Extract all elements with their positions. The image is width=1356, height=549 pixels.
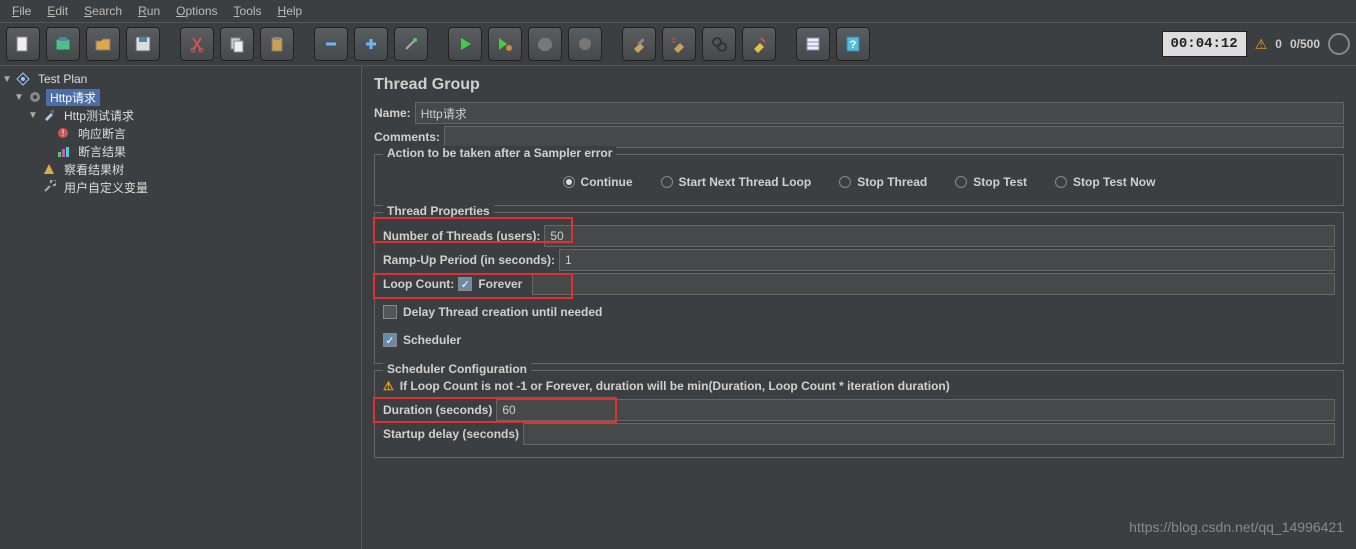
menu-run[interactable]: Run: [130, 2, 168, 20]
num-threads-label: Number of Threads (users):: [383, 225, 544, 247]
scheduler-config-fieldset: Scheduler Configuration ⚠ If Loop Count …: [374, 370, 1344, 458]
test-plan-tree[interactable]: ▼ Test Plan ▼ Http请求 ▼ Http测试请求 ! 响应断言 断…: [0, 66, 362, 549]
tree-user-vars[interactable]: 用户自定义变量: [0, 178, 361, 196]
wrench-icon: [41, 179, 57, 195]
num-threads-input[interactable]: [544, 225, 1335, 247]
pipette-icon: [41, 107, 57, 123]
chart-icon: [55, 143, 71, 159]
watermark: https://blog.csdn.net/qq_14996421: [1129, 519, 1344, 535]
startup-delay-label: Startup delay (seconds): [383, 423, 523, 445]
copy-button[interactable]: [220, 27, 254, 61]
start-noTimers-button[interactable]: [488, 27, 522, 61]
thread-properties-fieldset: Thread Properties Number of Threads (use…: [374, 212, 1344, 364]
ramp-up-label: Ramp-Up Period (in seconds):: [383, 249, 559, 271]
warning-count: 0: [1275, 37, 1282, 51]
panel-title: Thread Group: [374, 76, 1344, 94]
menu-bar: File Edit Search Run Options Tools Help: [0, 0, 1356, 23]
delay-label: Delay Thread creation until needed: [403, 301, 606, 323]
open-button[interactable]: [86, 27, 120, 61]
radio-stop-thread[interactable]: Stop Thread: [839, 175, 927, 189]
menu-search[interactable]: Search: [76, 2, 130, 20]
scheduler-label: Scheduler: [403, 329, 465, 351]
plus-button[interactable]: [354, 27, 388, 61]
duration-input[interactable]: [496, 399, 1335, 421]
elapsed-timer: 00:04:12: [1162, 31, 1247, 57]
comments-label: Comments:: [374, 126, 444, 148]
templates-button[interactable]: [46, 27, 80, 61]
gear-icon: [27, 89, 43, 105]
paste-button[interactable]: [260, 27, 294, 61]
loop-count-label: Loop Count:: [383, 273, 458, 295]
warning-icon[interactable]: ⚠: [1255, 36, 1268, 53]
menu-file[interactable]: File: [4, 2, 39, 20]
new-button[interactable]: [6, 27, 40, 61]
clear-button[interactable]: [622, 27, 656, 61]
startup-delay-input[interactable]: [523, 423, 1335, 445]
radio-next-loop[interactable]: Start Next Thread Loop: [661, 175, 812, 189]
menu-edit[interactable]: Edit: [39, 2, 76, 20]
tree-view-results[interactable]: 察看结果树: [0, 160, 361, 178]
menu-options[interactable]: Options: [168, 2, 225, 20]
name-input[interactable]: [415, 102, 1344, 124]
editor-panel: Thread Group Name: Comments: Action to b…: [362, 66, 1356, 549]
stop-button[interactable]: [528, 27, 562, 61]
shutdown-button[interactable]: [568, 27, 602, 61]
radio-stop-test[interactable]: Stop Test: [955, 175, 1027, 189]
svg-text:!: !: [62, 128, 65, 138]
delay-checkbox[interactable]: [383, 305, 397, 319]
tree-response-assertion[interactable]: ! 响应断言: [0, 124, 361, 142]
radio-continue[interactable]: Continue: [563, 175, 633, 189]
scheduler-checkbox[interactable]: [383, 333, 397, 347]
save-button[interactable]: [126, 27, 160, 61]
cut-button[interactable]: [180, 27, 214, 61]
minus-button[interactable]: [314, 27, 348, 61]
start-button[interactable]: [448, 27, 482, 61]
loop-count-input[interactable]: [532, 273, 1335, 295]
globe-icon: [1328, 33, 1350, 55]
menu-tools[interactable]: Tools: [226, 2, 270, 20]
warning-icon: ⚠: [383, 379, 394, 393]
tree-icon: [41, 161, 57, 177]
ramp-up-input[interactable]: [559, 249, 1335, 271]
tree-root[interactable]: ▼ Test Plan: [0, 70, 361, 88]
tree-thread-group[interactable]: ▼ Http请求: [0, 88, 361, 106]
forever-checkbox[interactable]: [458, 277, 472, 291]
toggle-button[interactable]: [394, 27, 428, 61]
sampler-error-fieldset: Action to be taken after a Sampler error…: [374, 154, 1344, 206]
reset-search-button[interactable]: [742, 27, 776, 61]
duration-label: Duration (seconds): [383, 399, 496, 421]
toolbar: ? 00:04:12 ⚠ 0 0/500: [0, 23, 1356, 66]
thread-count: 0/500: [1290, 37, 1320, 51]
svg-text:?: ?: [850, 39, 857, 51]
forever-label: Forever: [478, 273, 526, 295]
assert-icon: !: [55, 125, 71, 141]
clear-all-button[interactable]: [662, 27, 696, 61]
radio-stop-now[interactable]: Stop Test Now: [1055, 175, 1155, 189]
comments-input[interactable]: [444, 126, 1344, 148]
help-button[interactable]: ?: [836, 27, 870, 61]
name-label: Name:: [374, 102, 415, 124]
tree-assertion-results[interactable]: 断言结果: [0, 142, 361, 160]
menu-help[interactable]: Help: [270, 2, 311, 20]
function-helper-button[interactable]: [796, 27, 830, 61]
search-tree-button[interactable]: [702, 27, 736, 61]
tree-http-sampler[interactable]: ▼ Http测试请求: [0, 106, 361, 124]
